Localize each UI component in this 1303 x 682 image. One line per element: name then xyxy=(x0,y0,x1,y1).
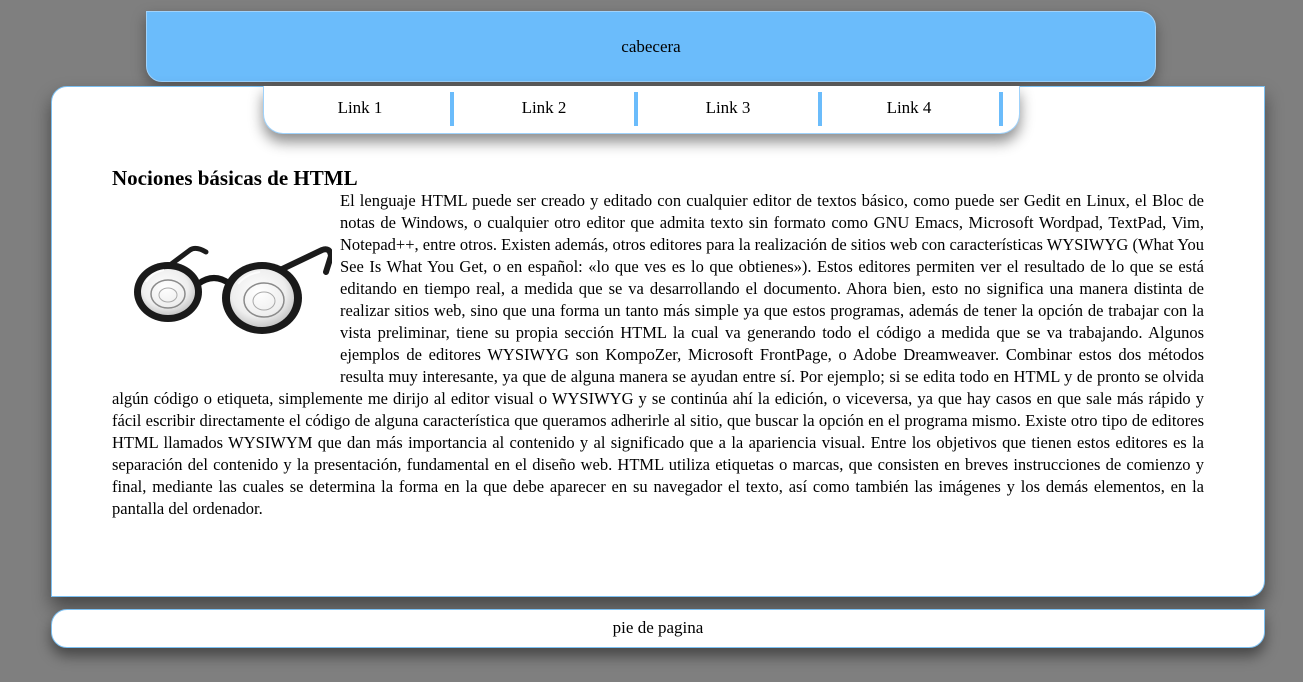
nav-link-3[interactable]: Link 3 xyxy=(638,92,822,126)
glasses-icon xyxy=(134,245,332,334)
glasses-image xyxy=(112,190,334,370)
article: Nociones básicas de HTML El lenguaje HTM… xyxy=(112,166,1204,520)
nav-link-1[interactable]: Link 1 xyxy=(270,92,454,126)
article-title: Nociones básicas de HTML xyxy=(112,166,358,190)
footer-text: pie de pagina xyxy=(612,618,704,637)
page-footer: pie de pagina xyxy=(51,609,1265,648)
main-nav: Link 1 Link 2 Link 3 Link 4 xyxy=(263,86,1020,134)
page-header: cabecera xyxy=(146,11,1156,82)
nav-link-4[interactable]: Link 4 xyxy=(819,92,1003,126)
nav-link-2[interactable]: Link 2 xyxy=(454,92,638,126)
header-title: cabecera xyxy=(621,37,681,56)
